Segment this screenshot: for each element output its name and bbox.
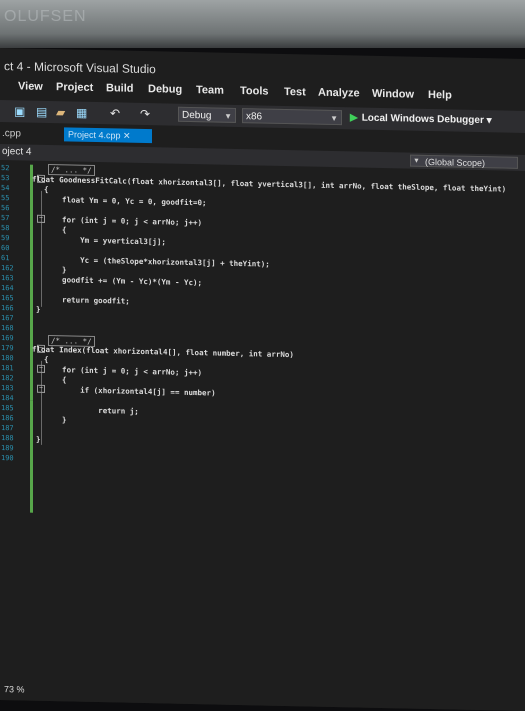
line-number: 167 bbox=[1, 314, 14, 323]
line-number: 179 bbox=[1, 344, 14, 353]
configuration-value: Debug bbox=[182, 109, 212, 122]
line-number: 181 bbox=[1, 364, 14, 373]
monitor-bezel: OLUFSEN bbox=[0, 0, 525, 48]
code-line: } bbox=[36, 304, 41, 314]
configuration-select[interactable]: Debug ▼ bbox=[178, 106, 236, 123]
code-line: Ym = yvertical3[j]; bbox=[44, 234, 166, 247]
menu-window[interactable]: Window bbox=[372, 88, 414, 101]
code-line: float Index(float xhorizontal4[], float … bbox=[32, 344, 294, 360]
code-editor[interactable]: 52 53 54 55 56 57 58 59 60 61 162 163 16… bbox=[0, 162, 525, 693]
brand-logo: OLUFSEN bbox=[4, 8, 87, 25]
zoom-level[interactable]: 73 % bbox=[4, 684, 25, 694]
line-number: 184 bbox=[1, 394, 14, 403]
code-line: { bbox=[44, 224, 67, 235]
line-number: 52 bbox=[1, 164, 10, 173]
code-line: float Ym = 0, Yc = 0, goodfit=0; bbox=[44, 194, 207, 208]
code-line: for (int j = 0; j < arrNo; j++) bbox=[44, 364, 203, 378]
line-number: 54 bbox=[1, 184, 10, 193]
code-line: } bbox=[44, 414, 67, 425]
menu-build[interactable]: Build bbox=[106, 82, 134, 95]
menu-debug[interactable]: Debug bbox=[148, 83, 182, 96]
code-line: Yc = (theSlope*xhorizontal3[j] + theYint… bbox=[44, 254, 270, 269]
code-line: { bbox=[44, 184, 49, 195]
line-number: 56 bbox=[1, 204, 10, 213]
line-number: 53 bbox=[1, 174, 10, 183]
platform-select[interactable]: x86 ▼ bbox=[242, 108, 342, 126]
line-number: 183 bbox=[1, 384, 14, 393]
line-number: 57 bbox=[1, 214, 10, 223]
platform-value: x86 bbox=[246, 111, 263, 123]
line-number: 58 bbox=[1, 224, 10, 233]
debugger-label: Local Windows Debugger bbox=[361, 112, 484, 127]
undo-icon[interactable]: ↶ bbox=[110, 106, 120, 120]
code-line: { bbox=[44, 354, 49, 365]
window-title: ct 4 - Microsoft Visual Studio bbox=[4, 59, 156, 77]
code-line: } bbox=[44, 264, 67, 275]
change-marker bbox=[30, 164, 33, 401]
project-dropdown[interactable]: oject 4 bbox=[2, 146, 31, 158]
chevron-down-icon: ▼ bbox=[413, 157, 420, 165]
line-number: 190 bbox=[1, 454, 14, 463]
tab-project-label: Project 4.cpp bbox=[68, 129, 121, 141]
scope-value: (Global Scope) bbox=[425, 156, 486, 169]
save-icon[interactable]: ▰ bbox=[56, 105, 65, 119]
line-number: 164 bbox=[1, 284, 14, 293]
menu-tools[interactable]: Tools bbox=[240, 85, 269, 98]
line-number: 55 bbox=[1, 194, 10, 203]
line-number: 188 bbox=[1, 434, 14, 443]
indent-guide bbox=[41, 190, 42, 307]
line-number: 185 bbox=[1, 404, 14, 413]
play-icon: ▶ bbox=[350, 112, 358, 124]
menu-view[interactable]: View bbox=[18, 80, 43, 93]
change-marker bbox=[30, 400, 33, 513]
line-number: 187 bbox=[1, 424, 14, 433]
line-number: 169 bbox=[1, 334, 14, 343]
code-line: if (xhorizontal4[j] == number) bbox=[44, 384, 216, 398]
line-number: 180 bbox=[1, 354, 14, 363]
code-line: float GoodnessFitCalc(float xhorizontal3… bbox=[32, 174, 507, 194]
line-number: 165 bbox=[1, 294, 14, 303]
menu-analyze[interactable]: Analyze bbox=[318, 87, 360, 100]
screen: ct 4 - Microsoft Visual Studio View Proj… bbox=[0, 48, 525, 711]
tab-cpp[interactable]: .cpp bbox=[2, 128, 21, 139]
line-number: 59 bbox=[1, 234, 10, 243]
new-project-icon[interactable]: ▣ bbox=[14, 104, 25, 118]
menu-help[interactable]: Help bbox=[428, 89, 452, 101]
line-number: 166 bbox=[1, 304, 14, 313]
menu-test[interactable]: Test bbox=[284, 86, 306, 98]
line-number: 182 bbox=[1, 374, 14, 383]
chevron-down-icon: ▼ bbox=[330, 113, 338, 124]
code-line: for (int j = 0; j < arrNo; j++) bbox=[44, 214, 203, 228]
menu-team[interactable]: Team bbox=[196, 84, 224, 97]
line-number: 186 bbox=[1, 414, 14, 423]
scope-dropdown[interactable]: ▼ (Global Scope) bbox=[410, 154, 518, 169]
code-line: { bbox=[44, 374, 67, 385]
tab-project-cpp[interactable]: Project 4.cpp ✕ bbox=[64, 127, 152, 144]
line-number: 163 bbox=[1, 274, 14, 283]
chevron-down-icon: ▼ bbox=[224, 111, 232, 121]
line-number: 189 bbox=[1, 444, 14, 453]
code-line: return goodfit; bbox=[44, 294, 130, 306]
line-number: 61 bbox=[1, 254, 10, 263]
indent-guide bbox=[41, 360, 42, 445]
save-all-icon[interactable]: ▦ bbox=[76, 106, 87, 120]
line-number: 168 bbox=[1, 324, 14, 333]
menu-project[interactable]: Project bbox=[56, 81, 93, 94]
line-number: 162 bbox=[1, 264, 14, 273]
redo-icon[interactable]: ↷ bbox=[140, 107, 150, 121]
start-debugger-button[interactable]: ▶ Local Windows Debugger ▾ bbox=[350, 112, 492, 126]
code-line: goodfit += (Ym - Yc)*(Ym - Yc); bbox=[44, 274, 203, 288]
open-file-icon[interactable]: ▤ bbox=[36, 105, 47, 119]
code-line: } bbox=[36, 434, 41, 444]
line-number: 60 bbox=[1, 244, 10, 253]
